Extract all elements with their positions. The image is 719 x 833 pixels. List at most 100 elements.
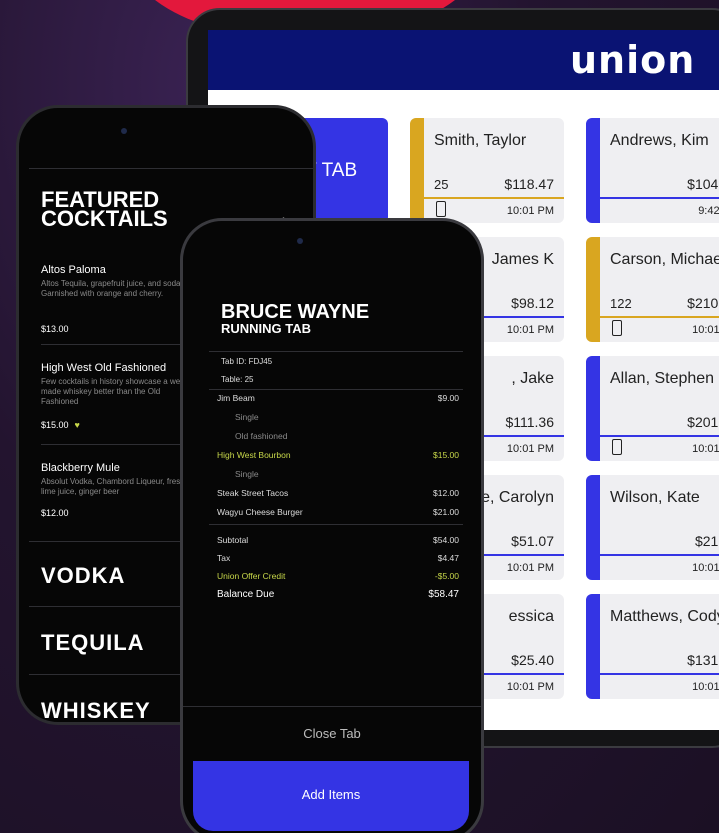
cocktail-description: Altos Tequila, grapefruit juice, and sod…	[41, 279, 183, 298]
cocktail-price: $12.00	[41, 508, 69, 518]
cocktail-description: Few cocktails in history showcase a well…	[41, 377, 187, 406]
tab-underline	[424, 197, 564, 199]
category-vodka[interactable]: VODKA	[41, 563, 125, 589]
tab-card[interactable]: Matthews, Cody $131.6 10:01 P	[586, 594, 719, 699]
mobile-device-icon	[612, 320, 622, 336]
line-item-value: $9.00	[437, 393, 459, 403]
tab-customer-name: James K	[491, 251, 554, 268]
line-item-label: Single	[235, 412, 259, 422]
tab-card[interactable]: Andrews, Kim $104.0 9:42 P	[586, 118, 719, 223]
mobile-device-icon	[436, 201, 446, 217]
tab-underline	[600, 673, 719, 675]
tab-underline	[600, 554, 719, 556]
tab-time: 10:01 P	[692, 324, 719, 336]
line-item-label: Old fashioned	[235, 431, 288, 441]
line-item-label: Jim Beam	[217, 393, 255, 403]
add-items-label: Add Items	[301, 787, 361, 802]
table-number: Table: 25	[221, 375, 254, 384]
line-item-label: High West Bourbon	[217, 450, 291, 460]
tab-time: 10:01 PM	[506, 562, 554, 574]
tab-guest-count: 25	[434, 177, 449, 192]
tablet-header: union	[208, 30, 719, 90]
tab-customer-name: Smith, Taylor	[434, 132, 527, 149]
tab-amount: $104.0	[687, 176, 719, 192]
tab-time: 10:01 PM	[506, 205, 554, 217]
tab-status-stripe	[586, 356, 600, 461]
brand-logo: union	[570, 38, 696, 82]
tab-amount: $210.9	[687, 295, 719, 311]
tab-customer-name: Matthews, Cody	[610, 608, 719, 625]
running-tab-label: RUNNING TAB	[221, 321, 312, 336]
tab-customer-name: Andrews, Kim	[610, 132, 709, 149]
line-item-label: Tax	[217, 553, 231, 563]
tab-card[interactable]: Allan, Stephen $201.8 10:01 P	[586, 356, 719, 461]
tab-amount: $21.2	[694, 533, 719, 549]
tab-customer-name: Allan, Stephen	[610, 370, 715, 387]
line-item-value: $12.00	[433, 488, 459, 498]
tab-time: 10:01 P	[692, 562, 719, 574]
mobile-device-icon	[612, 439, 622, 455]
close-tab-button[interactable]: Close Tab	[183, 726, 481, 741]
tab-underline	[600, 197, 719, 199]
tab-amount: $98.12	[511, 295, 554, 311]
tab-customer-name: , Jake	[511, 370, 554, 387]
tab-customer-name: essica	[508, 608, 554, 625]
line-item-value: $54.00	[433, 535, 459, 545]
tab-guest-count: 122	[610, 296, 632, 311]
cocktail-name[interactable]: High West Old Fashioned	[41, 362, 166, 374]
tab-underline	[600, 435, 719, 437]
cocktail-description: Absolut Vodka, Chambord Liqueur, fresh l…	[41, 477, 185, 496]
cocktail-price: $15.00 ♥	[41, 420, 80, 430]
camera-dot	[121, 128, 127, 134]
cocktail-price: $13.00	[41, 324, 69, 334]
tab-phone: BRUCE WAYNE RUNNING TAB Tab ID: FDJ45 Ta…	[180, 218, 484, 833]
featured-cocktails-title: FEATURED COCKTAILS	[41, 187, 168, 231]
line-item-value: -$5.00	[434, 571, 459, 581]
tab-status-stripe	[586, 475, 600, 580]
line-item-label: Balance Due	[217, 589, 275, 600]
heart-icon[interactable]: ♥	[75, 420, 80, 430]
category-tequila[interactable]: TEQUILA	[41, 630, 145, 656]
divider	[183, 706, 481, 707]
divider	[209, 389, 463, 390]
line-item-label: Single	[235, 469, 259, 479]
line-item-value: $4.47	[437, 553, 459, 563]
tab-time: 9:42 P	[698, 205, 719, 217]
divider	[209, 524, 463, 525]
tab-underline	[600, 316, 719, 318]
tab-status-stripe	[586, 118, 600, 223]
tab-status-stripe	[410, 118, 424, 223]
tab-customer-name: e, Carolyn	[481, 489, 554, 506]
category-whiskey[interactable]: WHISKEY	[41, 698, 151, 722]
tab-time: 10:01 PM	[506, 681, 554, 693]
tab-card[interactable]: Smith, Taylor 25 $118.47 10:01 PM	[410, 118, 564, 223]
divider	[209, 351, 463, 352]
cocktail-name[interactable]: Altos Paloma	[41, 264, 106, 276]
line-item-value: $58.47	[428, 589, 459, 600]
line-item-label: Subtotal	[217, 535, 249, 545]
tab-amount: $201.8	[687, 414, 719, 430]
tab-time: 10:01 P	[692, 443, 719, 455]
camera-dot	[297, 238, 303, 244]
tab-card[interactable]: Carson, Michae 122 $210.9 10:01 P	[586, 237, 719, 342]
cocktail-price-text: $15.00	[41, 420, 69, 430]
tab-amount: $118.47	[504, 176, 554, 192]
tab-amount: $25.40	[511, 652, 554, 668]
line-item-label: Steak Street Tacos	[217, 488, 289, 498]
tab-time: 10:01 PM	[506, 324, 554, 336]
tab-id: Tab ID: FDJ45	[221, 357, 273, 366]
tab-card[interactable]: Wilson, Kate $21.2 10:01 P	[586, 475, 719, 580]
tab-time: 10:01 P	[692, 681, 719, 693]
add-items-button[interactable]: Add Items	[193, 761, 469, 831]
line-item-value: $21.00	[433, 507, 459, 517]
divider	[29, 168, 313, 169]
tab-amount: $51.07	[511, 533, 554, 549]
tab-customer-name: Carson, Michae	[610, 251, 719, 268]
tab-customer-name: Wilson, Kate	[610, 489, 700, 506]
tab-amount: $131.6	[687, 652, 719, 668]
tab-status-stripe	[586, 594, 600, 699]
cocktail-name[interactable]: Blackberry Mule	[41, 462, 120, 474]
tab-amount: $111.36	[505, 414, 554, 430]
line-item-value: $15.00	[433, 450, 459, 460]
line-item-label: Union Offer Credit	[217, 571, 286, 581]
